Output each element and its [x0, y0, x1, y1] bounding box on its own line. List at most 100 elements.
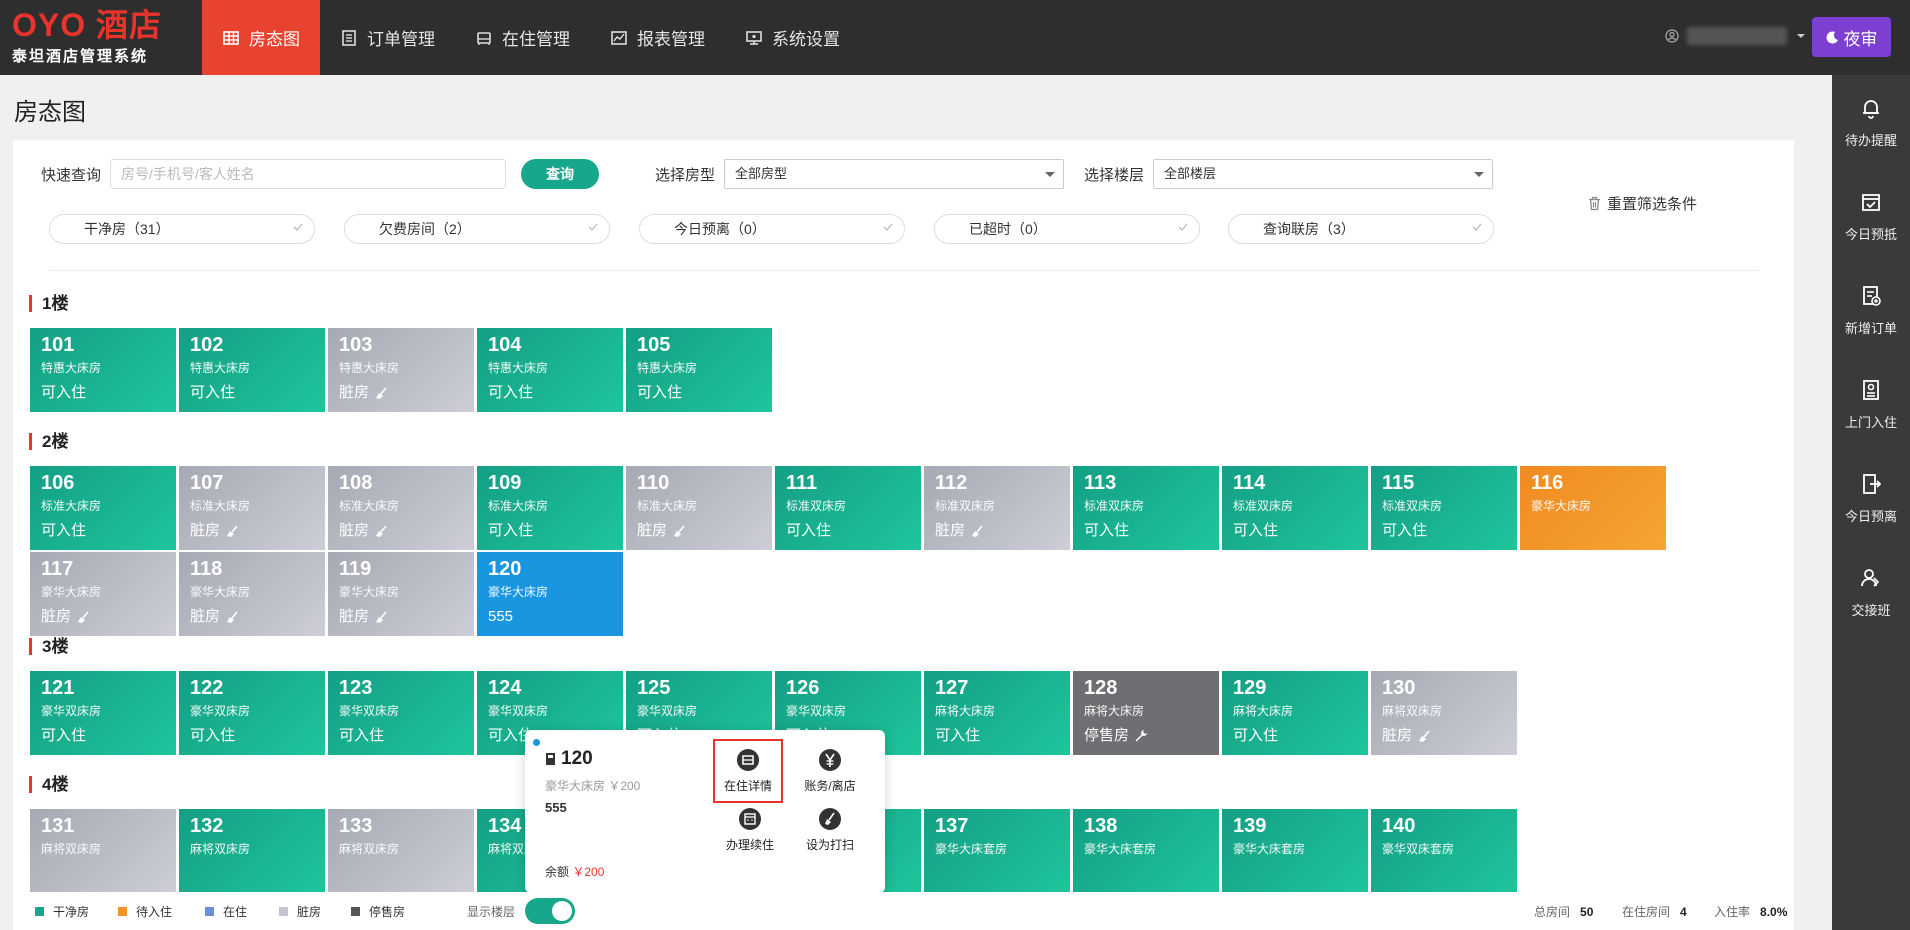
- room-card-127[interactable]: 127 麻将大床房 可入住: [924, 671, 1070, 755]
- billing-checkout-button[interactable]: 账务/离店: [795, 748, 865, 794]
- room-card-132[interactable]: 132 麻将双床房: [179, 809, 325, 892]
- room-card-116[interactable]: 116 豪华大床房: [1520, 466, 1666, 550]
- room-type: 豪华双床房: [637, 704, 698, 718]
- right-sidebar: 待办提醒 今日预抵 新增订单 上门入住 今日预离 交接班: [1832, 75, 1910, 930]
- room-card-129[interactable]: 129 麻将大床房 可入住: [1222, 671, 1368, 755]
- room-card-138[interactable]: 138 豪华大床套房: [1073, 809, 1219, 892]
- room-card-113[interactable]: 113 标准双床房 可入住: [1073, 466, 1219, 550]
- filter-chip-linked-rooms[interactable]: 查询联房（3）: [1228, 214, 1494, 244]
- room-type: 豪华大床套房: [1233, 842, 1306, 856]
- broom-icon: [819, 808, 841, 830]
- logo-subtitle: 泰坦酒店管理系统: [12, 48, 149, 65]
- room-type: 特惠大床房: [488, 361, 549, 375]
- room-card-115[interactable]: 115 标准双床房 可入住: [1371, 466, 1517, 550]
- nav-item-in-house[interactable]: 在住管理: [455, 0, 590, 75]
- sidebar-item-new-order[interactable]: 新增订单: [1832, 263, 1910, 357]
- room-card-109[interactable]: 109 标准大床房 可入住: [477, 466, 623, 550]
- room-card-123[interactable]: 123 豪华双床房 可入住: [328, 671, 474, 755]
- room-type: 特惠大床房: [190, 361, 251, 375]
- room-card-121[interactable]: 121 豪华双床房 可入住: [30, 671, 176, 755]
- grid-icon: [223, 30, 239, 45]
- sidebar-label: 新增订单: [1844, 320, 1897, 336]
- room-card-139[interactable]: 139 豪华大床套房: [1222, 809, 1368, 892]
- floor-header: 4楼: [29, 776, 68, 793]
- room-type-label: 选择房型: [655, 167, 716, 184]
- room-card-102[interactable]: 102 特惠大床房 可入住: [179, 328, 325, 412]
- sidebar-item-today-departures[interactable]: 今日预离: [1832, 451, 1910, 545]
- show-floor-toggle[interactable]: [525, 898, 575, 924]
- room-number: 124: [488, 677, 522, 699]
- filter-chip-arrears[interactable]: 欠费房间（2）: [344, 214, 610, 244]
- room-card-133[interactable]: 133 麻将双床房: [328, 809, 474, 892]
- set-cleaning-button[interactable]: 设为打扫: [795, 807, 865, 853]
- room-card-107[interactable]: 107 标准大床房 脏房: [179, 466, 325, 550]
- room-number: 105: [637, 334, 671, 356]
- room-card-130[interactable]: 130 麻将双床房 脏房: [1371, 671, 1517, 755]
- legend-dirty: 脏房: [279, 903, 321, 920]
- reset-filters-button[interactable]: 重置筛选条件: [1587, 193, 1697, 214]
- room-card-112[interactable]: 112 标准双床房 脏房: [924, 466, 1070, 550]
- query-button[interactable]: 查询: [521, 159, 599, 189]
- quick-search-input[interactable]: 房号/手机号/客人姓名: [110, 159, 506, 189]
- room-card-137[interactable]: 137 豪华大床套房: [924, 809, 1070, 892]
- room-card-103[interactable]: 103 特惠大床房 脏房: [328, 328, 474, 412]
- room-card-104[interactable]: 104 特惠大床房 可入住: [477, 328, 623, 412]
- room-card-119[interactable]: 119 豪华大床房 脏房: [328, 552, 474, 636]
- room-type: 标准大床房: [339, 499, 400, 513]
- popup-room-type: 豪华大床房 ￥200: [545, 779, 641, 793]
- filter-chip-today-departures[interactable]: 今日预离（0）: [639, 214, 905, 244]
- sidebar-label: 今日预离: [1844, 508, 1897, 524]
- nav-item-reports[interactable]: 报表管理: [590, 0, 725, 75]
- room-card-120[interactable]: 120 豪华大床房 555: [477, 552, 623, 636]
- room-card-111[interactable]: 111 标准双床房 可入住: [775, 466, 921, 550]
- room-status-text: 可入住: [339, 727, 385, 744]
- sidebar-item-reminders[interactable]: 待办提醒: [1832, 75, 1910, 169]
- filter-chip-overtime[interactable]: 已超时（0）: [934, 214, 1200, 244]
- room-card-118[interactable]: 118 豪华大床房 脏房: [179, 552, 325, 636]
- toggle-knob: [552, 901, 572, 921]
- calendar-check-icon: [1862, 193, 1880, 211]
- nav-item-orders[interactable]: 订单管理: [320, 0, 455, 75]
- legend-label: 待入住: [136, 905, 173, 919]
- room-popup: 120 豪华大床房 ￥200 555 余额 ￥200 在住详情 账务/离店 办理…: [525, 730, 885, 892]
- in-house-detail-button[interactable]: 在住详情: [713, 739, 783, 803]
- user-menu[interactable]: [1665, 27, 1805, 45]
- room-number: 133: [339, 815, 373, 837]
- sidebar-item-shift-handover[interactable]: 交接班: [1832, 545, 1910, 639]
- bed-icon: [477, 31, 491, 45]
- room-card-101[interactable]: 101 特惠大床房 可入住: [30, 328, 176, 412]
- night-audit-button[interactable]: 夜审: [1812, 17, 1891, 57]
- room-number: 130: [1382, 677, 1416, 699]
- room-card-117[interactable]: 117 豪华大床房 脏房: [30, 552, 176, 636]
- nav-item-settings[interactable]: 系统设置: [725, 0, 860, 75]
- logo[interactable]: OYO 酒店 泰坦酒店管理系统: [12, 9, 192, 69]
- room-card-128[interactable]: 128 麻将大床房 停售房: [1073, 671, 1219, 755]
- room-card-114[interactable]: 114 标准双床房 可入住: [1222, 466, 1368, 550]
- room-type-select[interactable]: 全部房型: [724, 159, 1064, 189]
- filter-chip-clean[interactable]: 干净房（31）: [49, 214, 315, 244]
- room-status-text: 可入住: [1084, 522, 1130, 539]
- sidebar-item-walk-in[interactable]: 上门入住: [1832, 357, 1910, 451]
- room-card-122[interactable]: 122 豪华双床房 可入住: [179, 671, 325, 755]
- extend-stay-button[interactable]: 办理续住: [715, 807, 785, 853]
- sidebar-item-today-arrivals[interactable]: 今日预抵: [1832, 169, 1910, 263]
- room-status-text: 可入住: [1233, 522, 1279, 539]
- door-icon: [546, 753, 555, 765]
- chevron-down-icon: [1797, 34, 1805, 38]
- room-card-110[interactable]: 110 标准大床房 脏房: [626, 466, 772, 550]
- floor-select[interactable]: 全部楼层: [1153, 159, 1493, 189]
- balance-label: 余额: [545, 865, 570, 879]
- room-card-140[interactable]: 140 豪华双床套房: [1371, 809, 1517, 892]
- floor-header: 3楼: [29, 638, 68, 655]
- room-card-131[interactable]: 131 麻将双床房: [30, 809, 176, 892]
- sidebar-label: 待办提醒: [1844, 132, 1897, 148]
- checkin-icon: [1863, 379, 1879, 400]
- room-card-105[interactable]: 105 特惠大床房 可入住: [626, 328, 772, 412]
- reset-filters-label: 重置筛选条件: [1607, 196, 1698, 213]
- room-card-106[interactable]: 106 标准大床房 可入住: [30, 466, 176, 550]
- sidebar-label: 今日预抵: [1844, 226, 1897, 242]
- room-card-108[interactable]: 108 标准大床房 脏房: [328, 466, 474, 550]
- room-number: 123: [339, 677, 373, 699]
- nav-item-room-map[interactable]: 房态图: [202, 0, 320, 75]
- yen-icon: [819, 749, 841, 771]
